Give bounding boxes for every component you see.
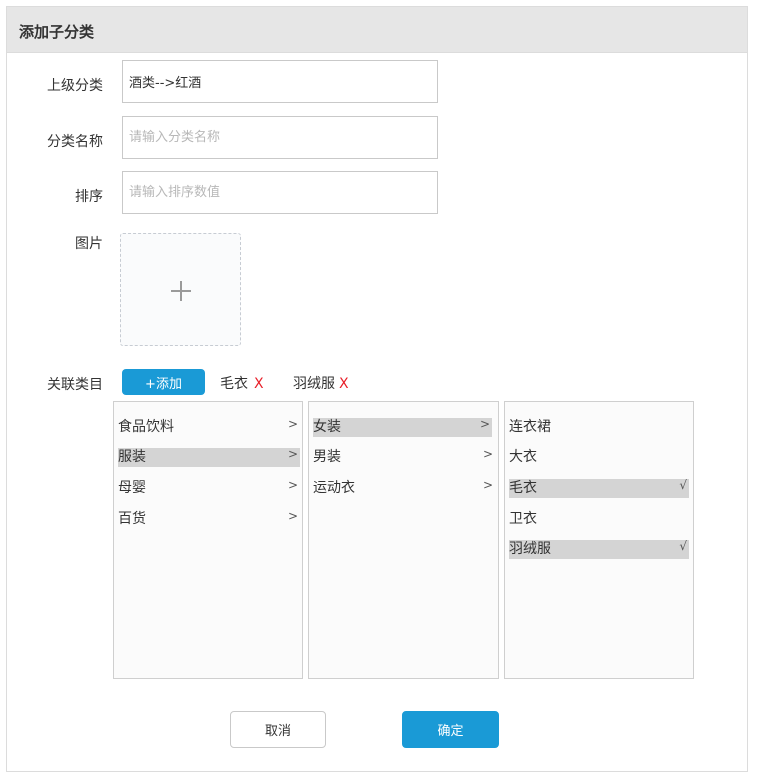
list-item-mens[interactable]: 男装 > <box>313 447 495 467</box>
image-label: 图片 <box>75 236 103 252</box>
item-label: 母婴 <box>118 480 146 496</box>
item-label: 毛衣 <box>509 480 537 496</box>
check-icon: √ <box>679 539 687 553</box>
list-item-general-goods[interactable]: 百货 > <box>118 509 300 529</box>
remove-tag-sweater-button[interactable]: X <box>254 376 264 392</box>
tag-label: 毛衣 <box>220 376 248 392</box>
list-item-down-jacket[interactable]: 羽绒服 √ <box>509 539 689 559</box>
item-label: 百货 <box>118 511 146 527</box>
chevron-right-icon: > <box>287 509 298 523</box>
add-related-button[interactable]: +添加 <box>122 369 205 395</box>
add-subcategory-dialog: 添加子分类 上级分类 分类名称 排序 图片 关联类目 +添加 毛衣X 羽绒服X … <box>6 6 748 772</box>
cancel-button[interactable]: 取消 <box>230 711 326 748</box>
item-label: 食品饮料 <box>118 419 174 435</box>
chevron-right-icon: > <box>287 447 298 461</box>
chevron-right-icon: > <box>482 447 493 461</box>
chevron-right-icon: > <box>479 417 490 431</box>
chevron-right-icon: > <box>287 417 298 431</box>
list-item-food-drink[interactable]: 食品饮料 > <box>118 417 300 437</box>
list-item-sportswear[interactable]: 运动衣 > <box>313 478 495 498</box>
category-column-level3: 连衣裙 大衣 毛衣 √ 卫衣 羽绒服 √ <box>504 401 694 679</box>
item-label: 大衣 <box>509 449 537 465</box>
sort-input[interactable] <box>122 171 438 214</box>
category-column-level2: 女装 > 男装 > 运动衣 > <box>308 401 499 679</box>
plus-icon <box>171 281 191 301</box>
list-item-dress[interactable]: 连衣裙 <box>509 418 689 437</box>
parent-category-input[interactable] <box>122 60 438 103</box>
list-item-coat[interactable]: 大衣 <box>509 448 689 467</box>
category-column-level1: 食品饮料 > 服装 > 母婴 > 百货 > <box>113 401 303 679</box>
item-label: 女装 <box>313 419 341 435</box>
check-icon: √ <box>679 478 687 492</box>
related-tag-down-jacket: 羽绒服 X <box>293 373 349 393</box>
item-label: 男装 <box>313 449 341 465</box>
category-name-label: 分类名称 <box>47 134 103 150</box>
item-label: 连衣裙 <box>509 419 551 435</box>
item-label: 卫衣 <box>509 511 537 527</box>
dialog-header: 添加子分类 <box>7 7 747 53</box>
item-label: 服装 <box>118 449 146 465</box>
item-label: 羽绒服 <box>509 541 551 557</box>
sort-label: 排序 <box>75 189 103 205</box>
image-upload-box[interactable] <box>120 233 241 346</box>
related-tag-sweater: 毛衣 X <box>220 373 264 393</box>
list-item-hoodie[interactable]: 卫衣 <box>509 510 689 529</box>
list-item-womens[interactable]: 女装 > <box>313 417 492 437</box>
parent-category-label: 上级分类 <box>47 78 103 94</box>
tag-label: 羽绒服 <box>293 376 335 392</box>
confirm-button[interactable]: 确定 <box>402 711 499 748</box>
item-label: 运动衣 <box>313 480 355 496</box>
list-item-clothing[interactable]: 服装 > <box>118 447 300 467</box>
remove-tag-down-jacket-button[interactable]: X <box>339 376 349 392</box>
list-item-maternity[interactable]: 母婴 > <box>118 478 300 498</box>
chevron-right-icon: > <box>287 478 298 492</box>
chevron-right-icon: > <box>482 478 493 492</box>
list-item-sweater[interactable]: 毛衣 √ <box>509 478 689 498</box>
dialog-title: 添加子分类 <box>19 23 95 41</box>
related-categories-label: 关联类目 <box>47 377 103 393</box>
category-name-input[interactable] <box>122 116 438 159</box>
